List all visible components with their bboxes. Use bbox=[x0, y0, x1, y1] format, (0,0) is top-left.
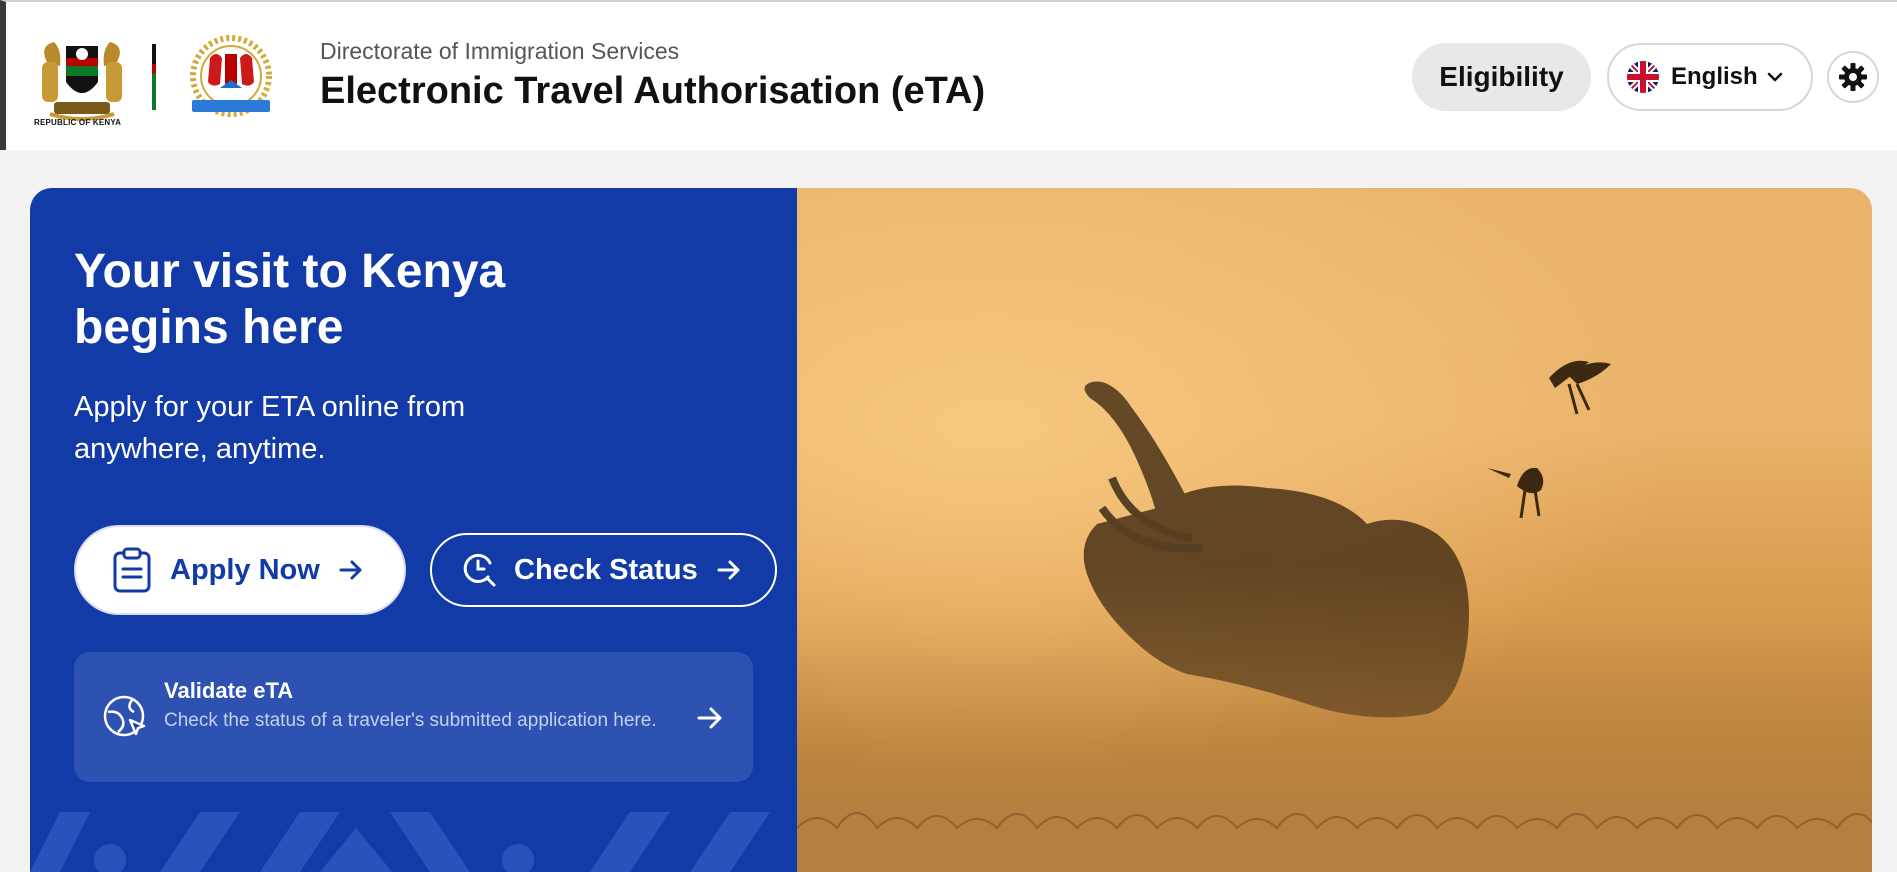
check-status-label: Check Status bbox=[514, 553, 698, 586]
validate-eta-card[interactable]: Validate eTA Check the status of a trave… bbox=[74, 652, 753, 782]
hero-panel: Your visit to Kenya begins here Apply fo… bbox=[30, 188, 797, 872]
validate-eta-description: Check the status of a traveler's submitt… bbox=[164, 710, 657, 731]
header-subtitle: Directorate of Immigration Services bbox=[320, 38, 680, 64]
chevron-down-icon bbox=[1767, 72, 1783, 82]
uk-flag-icon bbox=[1627, 61, 1659, 93]
decorative-pattern bbox=[30, 812, 770, 872]
settings-button[interactable] bbox=[1827, 51, 1879, 103]
hero-image bbox=[797, 188, 1872, 872]
eligibility-button[interactable]: Eligibility bbox=[1412, 43, 1591, 111]
coat-label: REPUBLIC OF KENYA bbox=[34, 118, 122, 127]
status-search-icon bbox=[463, 553, 496, 587]
immigration-logo bbox=[190, 35, 272, 117]
hero-section: Your visit to Kenya begins here Apply fo… bbox=[30, 188, 1872, 872]
elephant-scene bbox=[797, 360, 1872, 872]
arrow-right-icon bbox=[339, 560, 362, 580]
coat-of-arms-logo bbox=[42, 42, 122, 121]
clipboard-icon bbox=[113, 547, 151, 593]
gear-icon bbox=[1839, 63, 1867, 91]
flag-divider bbox=[152, 44, 156, 110]
arrow-right-icon bbox=[697, 707, 722, 729]
language-select[interactable]: English bbox=[1607, 43, 1813, 111]
page-title: Electronic Travel Authorisation (eTA) bbox=[320, 70, 986, 112]
apply-now-label: Apply Now bbox=[170, 553, 320, 586]
check-status-button[interactable]: Check Status bbox=[430, 533, 777, 607]
globe-cursor-icon bbox=[103, 695, 146, 737]
apply-now-button[interactable]: Apply Now bbox=[74, 525, 406, 615]
hero-description: Apply for your ETA online from anywhere,… bbox=[74, 391, 466, 465]
hero-title: Your visit to Kenya begins here bbox=[74, 245, 506, 354]
language-label: English bbox=[1671, 63, 1758, 90]
arrow-right-icon bbox=[717, 560, 740, 580]
validate-eta-title: Validate eTA bbox=[164, 678, 294, 703]
site-header: REPUBLIC OF KENYA Directorate of Immigra… bbox=[0, 0, 1897, 150]
